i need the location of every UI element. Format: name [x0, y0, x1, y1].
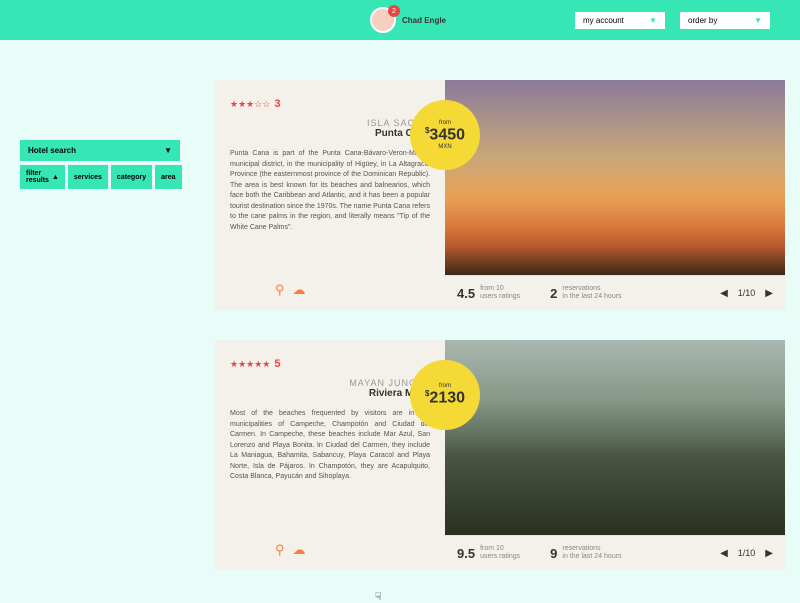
star-rating: ★★★☆☆3 — [230, 98, 430, 110]
next-arrow-icon[interactable]: ▶ — [765, 548, 773, 559]
search-label: Hotel search — [28, 146, 76, 155]
order-by-dropdown[interactable]: order by ▼ — [680, 12, 770, 29]
pagination: ◀ 1/10 ▶ — [720, 288, 773, 299]
chevron-down-icon: ▼ — [649, 16, 657, 25]
filter-category-button[interactable]: category — [111, 165, 152, 189]
price-badge: from $2130 — [410, 360, 480, 430]
hotel-card: ★★★☆☆3 ISLA SAONA Punta Cana Punta Cana … — [215, 80, 785, 310]
destination-name: Riviera Maya — [230, 388, 430, 399]
chevron-down-icon: ▼ — [164, 146, 172, 155]
header: 2 Chad Engle my account ▼ order by ▼ — [0, 0, 800, 40]
card-footer: 4.5 from 10users ratings 2 reservationsi… — [445, 275, 785, 310]
reservations-stat: 2 reservationsin the last 24 hours — [550, 285, 621, 302]
action-icons: ⚲ ☁ — [275, 542, 306, 558]
rating-value: 9.5 — [457, 546, 475, 561]
card-info: ★★★★★5 MAYAN JUNGLE Riviera Maya Most of… — [215, 340, 445, 570]
destination-name: Punta Cana — [230, 128, 430, 139]
order-by-label: order by — [688, 16, 717, 25]
location-name: MAYAN JUNGLE — [230, 378, 430, 388]
resv-value: 9 — [550, 546, 557, 561]
price-badge: from $3450 MXN — [410, 100, 480, 170]
card-info: ★★★☆☆3 ISLA SAONA Punta Cana Punta Cana … — [215, 80, 445, 310]
price-currency: MXN — [438, 144, 451, 150]
price-value: $2130 — [425, 389, 465, 407]
action-icons: ⚲ ☁ — [275, 282, 306, 298]
avatar[interactable]: 2 — [370, 7, 396, 33]
resv-label: reservationsin the last 24 hours — [562, 545, 621, 562]
location-name: ISLA SAONA — [230, 118, 430, 128]
filter-label: filter results — [26, 170, 49, 184]
card-media: from $3450 MXN 4.5 from 10users ratings … — [445, 80, 785, 310]
price-value: $3450 — [425, 126, 465, 144]
resv-value: 2 — [550, 286, 557, 301]
card-footer: 9.5 from 10users ratings 9 reservationsi… — [445, 535, 785, 570]
rating-stat: 4.5 from 10users ratings — [457, 285, 520, 302]
username: Chad Engle — [402, 16, 446, 25]
rating-label: from 10users ratings — [480, 285, 520, 302]
prev-arrow-icon[interactable]: ◀ — [720, 548, 728, 559]
map-pin-icon[interactable]: ⚲ — [275, 282, 285, 298]
hotel-card: ★★★★★5 MAYAN JUNGLE Riviera Maya Most of… — [215, 340, 785, 570]
page-indicator: 1/10 — [738, 548, 756, 558]
cursor-icon: ☟ — [375, 590, 382, 603]
chevron-up-icon: ▲ — [52, 174, 59, 181]
filter-area-button[interactable]: area — [155, 165, 181, 189]
notification-badge: 2 — [388, 5, 400, 17]
resv-label: reservationsin the last 24 hours — [562, 285, 621, 302]
filter-results-button[interactable]: filter results ▲ — [20, 165, 65, 189]
card-media: from $2130 9.5 from 10users ratings 9 re… — [445, 340, 785, 570]
rating-value: 4.5 — [457, 286, 475, 301]
description: Punta Cana is part of the Punta Cana-Báv… — [230, 149, 430, 233]
page-indicator: 1/10 — [738, 288, 756, 298]
chat-icon[interactable]: ☁ — [293, 542, 306, 558]
star-rating: ★★★★★5 — [230, 358, 430, 370]
chevron-down-icon: ▼ — [754, 16, 762, 25]
filter-services-button[interactable]: services — [68, 165, 108, 189]
description: Most of the beaches frequented by visito… — [230, 409, 430, 483]
next-arrow-icon[interactable]: ▶ — [765, 288, 773, 299]
hotel-search-dropdown[interactable]: Hotel search ▼ — [20, 140, 180, 161]
map-pin-icon[interactable]: ⚲ — [275, 542, 285, 558]
rating-label: from 10users ratings — [480, 545, 520, 562]
rating-stat: 9.5 from 10users ratings — [457, 545, 520, 562]
hotel-image — [445, 80, 785, 275]
pagination: ◀ 1/10 ▶ — [720, 548, 773, 559]
my-account-dropdown[interactable]: my account ▼ — [575, 12, 665, 29]
chat-icon[interactable]: ☁ — [293, 282, 306, 298]
prev-arrow-icon[interactable]: ◀ — [720, 288, 728, 299]
filter-bar: filter results ▲ services category area — [20, 165, 180, 189]
user-block[interactable]: 2 Chad Engle — [370, 7, 446, 33]
my-account-label: my account — [583, 16, 624, 25]
reservations-stat: 9 reservationsin the last 24 hours — [550, 545, 621, 562]
sidebar: Hotel search ▼ filter results ▲ services… — [20, 140, 180, 189]
hotel-image — [445, 340, 785, 535]
